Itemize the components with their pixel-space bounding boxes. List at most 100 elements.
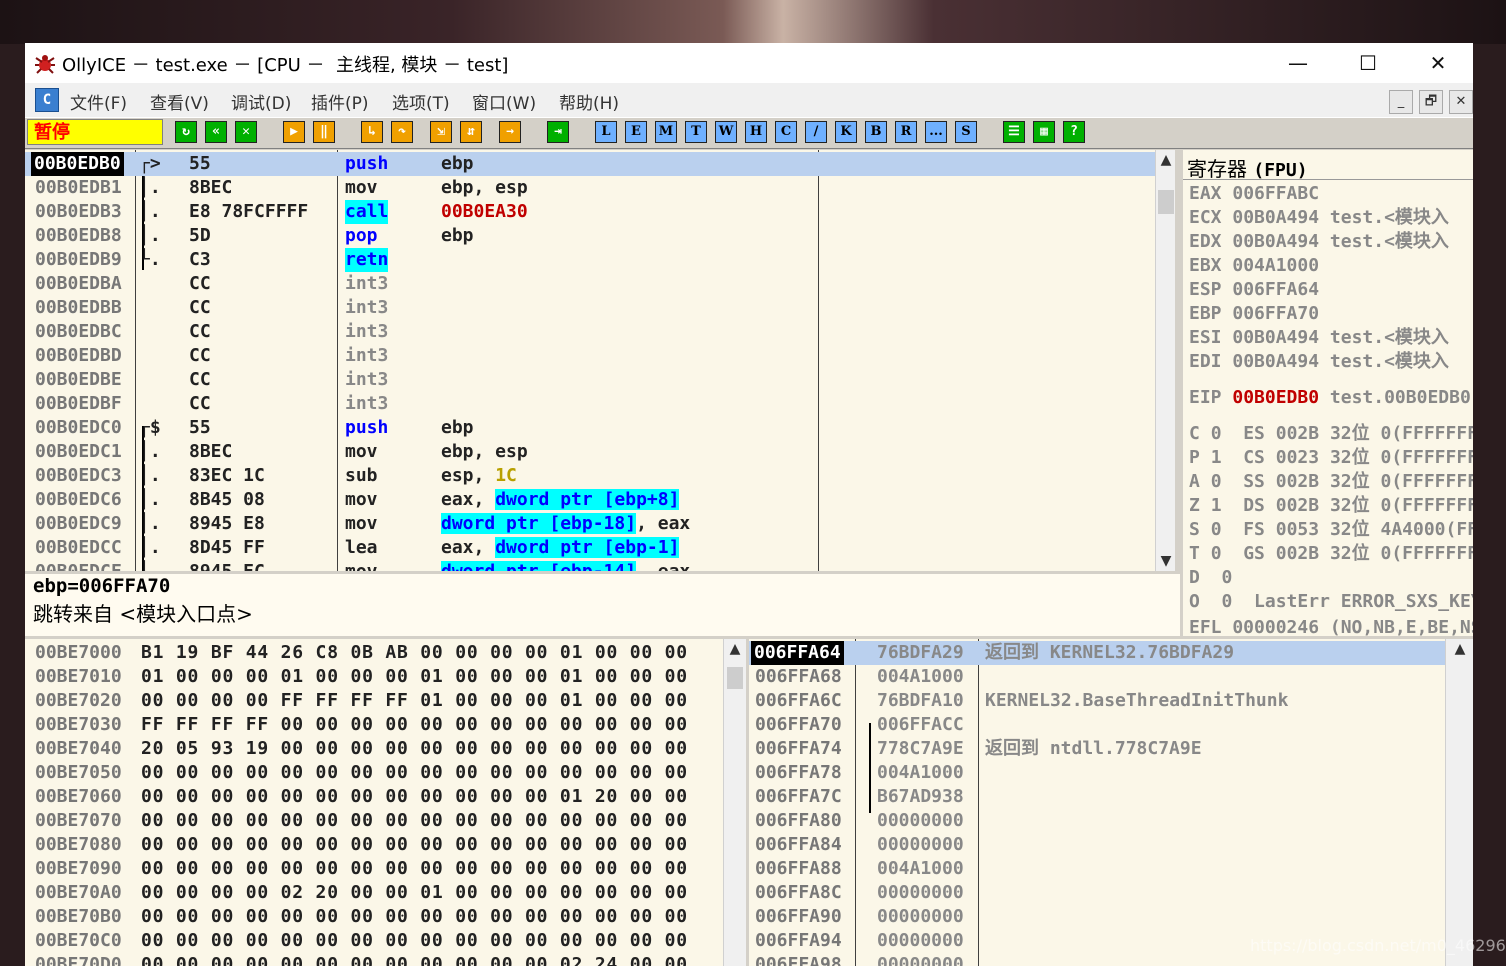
execute-till-return-icon[interactable]: → bbox=[499, 121, 521, 143]
run-trace-window-button[interactable]: ... bbox=[925, 121, 947, 143]
scroll-down-icon[interactable]: ▼ bbox=[1156, 553, 1175, 569]
disasm-row[interactable]: 00B0EDC1 │. 8BEC mov ebp, esp bbox=[25, 440, 1155, 464]
flag-row[interactable]: P 1 CS 0023 32位 0(FFFFFFFF) bbox=[1189, 446, 1473, 470]
restart-icon[interactable]: « bbox=[205, 121, 227, 143]
stack-row[interactable]: 006FFA78 004A1000 bbox=[749, 761, 1445, 785]
stack-row[interactable]: 006FFA64 76BDFA29 返回到 KERNEL32.76BDFA29 bbox=[749, 641, 1445, 665]
trace-over-icon[interactable]: ⇵ bbox=[460, 121, 482, 143]
menu-options[interactable]: 选项(T) bbox=[392, 89, 450, 114]
dump-row[interactable]: 00BE7070 00 00 00 00 00 00 00 00 00 00 00… bbox=[25, 809, 723, 833]
scroll-up-icon[interactable]: ▲ bbox=[1156, 152, 1175, 168]
log-window-button[interactable]: L bbox=[595, 121, 617, 143]
flag-value[interactable]: 1 bbox=[1211, 447, 1222, 468]
disasm-row[interactable]: 00B0EDBD CC int3 bbox=[25, 344, 1155, 368]
cpu-window-icon[interactable]: C bbox=[35, 88, 59, 112]
mdi-restore-button[interactable]: 🗗 bbox=[1419, 90, 1443, 114]
register-row[interactable]: ESI 00B0A494 test.<模块入 bbox=[1189, 326, 1449, 350]
stack-row[interactable]: 006FFA6C 76BDFA10 KERNEL32.BaseThreadInitT… bbox=[749, 689, 1445, 713]
register-value[interactable]: 004A1000 bbox=[1232, 255, 1319, 276]
register-row[interactable]: EBX 004A1000 bbox=[1189, 254, 1330, 278]
register-row[interactable]: EAX 006FFABC bbox=[1189, 182, 1330, 206]
dump-row[interactable]: 00BE70C0 00 00 00 00 00 00 00 00 00 00 00… bbox=[25, 929, 723, 953]
flag-value[interactable]: 0 bbox=[1211, 519, 1222, 540]
register-value[interactable]: 00B0A494 bbox=[1232, 207, 1319, 228]
stack-pane[interactable]: 006FFA64 76BDFA29 返回到 KERNEL32.76BDFA29 006… bbox=[749, 639, 1473, 966]
dump-row[interactable]: 00BE7090 00 00 00 00 00 00 00 00 00 00 00… bbox=[25, 857, 723, 881]
stack-row[interactable]: 006FFA8C 00000000 bbox=[749, 881, 1445, 905]
stack-scrollbar[interactable]: ▲ bbox=[1445, 639, 1473, 966]
scroll-thumb[interactable] bbox=[1158, 190, 1174, 214]
disasm-row[interactable]: 00B0EDC0 ┌$ 55 push ebp bbox=[25, 416, 1155, 440]
disasm-row[interactable]: 00B0EDBF CC int3 bbox=[25, 392, 1155, 416]
flag-row[interactable]: A 0 SS 002B 32位 0(FFFFFFFF) bbox=[1189, 470, 1473, 494]
breakpoints-window-button[interactable]: B bbox=[865, 121, 887, 143]
call-stack-window-button[interactable]: K bbox=[835, 121, 857, 143]
stack-row[interactable]: 006FFA7C B67AD938 bbox=[749, 785, 1445, 809]
efl-row[interactable]: EFL 00000246 (NO,NB,E,BE,NS,PE,GE,LE) bbox=[1189, 616, 1473, 636]
dump-row[interactable]: 00BE70D0 00 00 00 00 00 00 00 00 00 00 00… bbox=[25, 953, 723, 966]
dump-row[interactable]: 00BE7010 01 00 00 00 01 00 00 00 01 00 00… bbox=[25, 665, 723, 689]
step-into-icon[interactable]: ↳ bbox=[361, 121, 383, 143]
register-value[interactable]: 006FFA70 bbox=[1232, 303, 1319, 324]
flag-value[interactable]: 0 bbox=[1211, 471, 1222, 492]
memory-window-button[interactable]: M bbox=[655, 121, 677, 143]
menu-debug[interactable]: 调试(D) bbox=[231, 89, 291, 114]
maximize-button[interactable]: ☐ bbox=[1333, 43, 1403, 83]
list-icon[interactable]: ☰ bbox=[1003, 121, 1025, 143]
stack-row[interactable]: 006FFA70 006FFACC bbox=[749, 713, 1445, 737]
modules-window-button[interactable]: E bbox=[625, 121, 647, 143]
pause-icon[interactable]: ‖ bbox=[313, 121, 335, 143]
disasm-row[interactable]: 00B0EDBA CC int3 bbox=[25, 272, 1155, 296]
menu-plugins[interactable]: 插件(P) bbox=[311, 89, 369, 114]
disasm-row[interactable]: 00B0EDCC │. 8D45 FF lea eax, dword ptr [ebp-… bbox=[25, 536, 1155, 560]
mdi-minimize-button[interactable]: _ bbox=[1389, 90, 1413, 114]
menu-file[interactable]: 文件(F) bbox=[70, 89, 127, 114]
threads-window-button[interactable]: T bbox=[685, 121, 707, 143]
flag-row[interactable]: Z 1 DS 002B 32位 0(FFFFFFFF) bbox=[1189, 494, 1473, 518]
stack-row[interactable]: 006FFA68 004A1000 bbox=[749, 665, 1445, 689]
flag-value[interactable]: 1 bbox=[1211, 495, 1222, 516]
register-row[interactable]: EDX 00B0A494 test.<模块入 bbox=[1189, 230, 1449, 254]
disasm-row[interactable]: 00B0EDCF │. 8945 EC mov dword ptr [ebp-14], … bbox=[25, 560, 1155, 571]
disasm-row[interactable]: 00B0EDC6 │. 8B45 08 mov eax, dword ptr [ebp+… bbox=[25, 488, 1155, 512]
dump-row[interactable]: 00BE7030 FF FF FF FF 00 00 00 00 00 00 00… bbox=[25, 713, 723, 737]
flag-value[interactable]: 0 bbox=[1211, 423, 1222, 444]
source-window-button[interactable]: S bbox=[955, 121, 977, 143]
register-row[interactable]: EBP 006FFA70 bbox=[1189, 302, 1330, 326]
dump-scroll-thumb[interactable] bbox=[727, 667, 743, 689]
goto-icon[interactable]: ⇥ bbox=[547, 121, 569, 143]
flag-o-lasterr[interactable]: O 0 LastErr ERROR_SXS_KEY_NOT_FOUND bbox=[1189, 590, 1473, 614]
mdi-close-button[interactable]: ✕ bbox=[1449, 90, 1473, 114]
disasm-row[interactable]: 00B0EDBE CC int3 bbox=[25, 368, 1155, 392]
registers-pane[interactable]: 寄存器 (FPU) EAX 006FFABC ECX 00B0A494 test… bbox=[1183, 150, 1473, 636]
references-window-button[interactable]: R bbox=[895, 121, 917, 143]
disassembly-scrollbar[interactable]: ▲ ▼ bbox=[1155, 150, 1175, 571]
stack-scroll-up-icon[interactable]: ▲ bbox=[1446, 641, 1473, 657]
register-value[interactable]: 006FFA64 bbox=[1232, 279, 1319, 300]
minimize-button[interactable]: — bbox=[1263, 43, 1333, 83]
register-value[interactable]: 00B0A494 bbox=[1232, 231, 1319, 252]
cpu-window-button[interactable]: C bbox=[775, 121, 797, 143]
disasm-row[interactable]: 00B0EDC9 │. 8945 E8 mov dword ptr [ebp-18], … bbox=[25, 512, 1155, 536]
dump-row[interactable]: 00BE70A0 00 00 00 00 02 20 00 00 01 00 00… bbox=[25, 881, 723, 905]
memory-dump-pane[interactable]: 00BE7000 B1 19 BF 44 26 C8 0B AB 00 00 00… bbox=[25, 639, 746, 966]
disasm-row[interactable]: 00B0EDBC CC int3 bbox=[25, 320, 1155, 344]
options-grid-icon[interactable]: ▦ bbox=[1033, 121, 1055, 143]
handles-window-button[interactable]: H bbox=[745, 121, 767, 143]
disasm-row[interactable]: 00B0EDBB CC int3 bbox=[25, 296, 1155, 320]
dump-row[interactable]: 00BE7040 20 05 93 19 00 00 00 00 00 00 00… bbox=[25, 737, 723, 761]
dump-row[interactable]: 00BE7080 00 00 00 00 00 00 00 00 00 00 00… bbox=[25, 833, 723, 857]
register-row[interactable]: ESP 006FFA64 bbox=[1189, 278, 1330, 302]
stack-row[interactable]: 006FFA74 778C7A9E 返回到 ntdll.778C7A9E bbox=[749, 737, 1445, 761]
register-row[interactable]: EDI 00B0A494 test.<模块入 bbox=[1189, 350, 1449, 374]
open-icon[interactable]: ↻ bbox=[175, 121, 197, 143]
close-button[interactable]: ✕ bbox=[1403, 43, 1473, 83]
register-value[interactable]: 00B0A494 bbox=[1232, 351, 1319, 372]
patches-window-button[interactable]: / bbox=[805, 121, 827, 143]
flag-d[interactable]: D 0 bbox=[1189, 566, 1232, 590]
flag-row[interactable]: T 0 GS 002B 32位 0(FFFFFFFF) bbox=[1189, 542, 1473, 566]
disasm-row[interactable]: 00B0EDB9 └. C3 retn bbox=[25, 248, 1155, 272]
flag-row[interactable]: C 0 ES 002B 32位 0(FFFFFFFF) bbox=[1189, 422, 1473, 446]
dump-row[interactable]: 00BE70B0 00 00 00 00 00 00 00 00 00 00 00… bbox=[25, 905, 723, 929]
register-row[interactable]: ECX 00B0A494 test.<模块入 bbox=[1189, 206, 1449, 230]
